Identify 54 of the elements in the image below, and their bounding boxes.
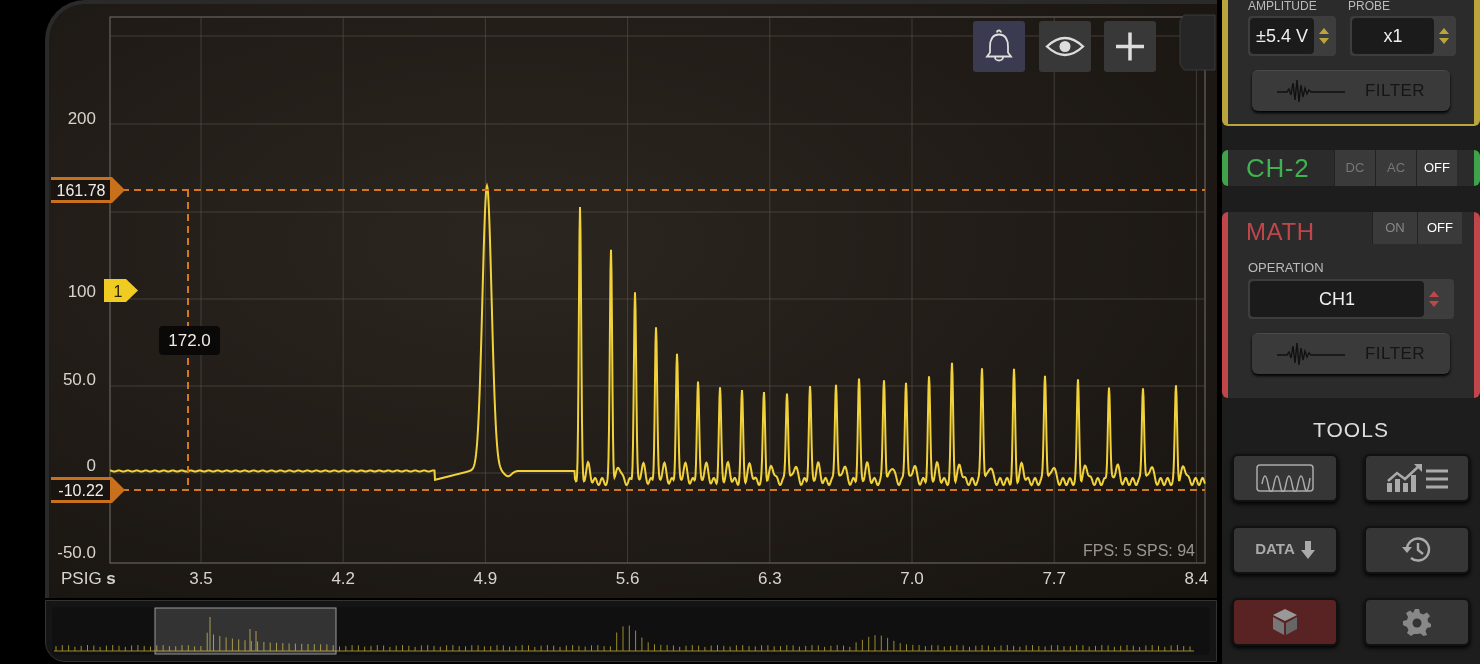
axis-label: 4.2	[331, 569, 355, 588]
chart-list-icon	[1386, 462, 1448, 493]
field-label: AMPLITUDE	[1248, 0, 1318, 12]
cursor-value: 161.78	[56, 182, 106, 199]
axis-unit-label: PSIG s	[61, 569, 116, 588]
axis-label: 7.0	[900, 569, 924, 588]
tool-button[interactable]	[1364, 525, 1470, 574]
time-readout-background	[159, 326, 220, 355]
tool-button[interactable]	[1364, 597, 1470, 646]
axis-label: 8.4	[1184, 569, 1209, 588]
time-readout: 172.0	[168, 331, 211, 350]
mode-button[interactable]: OFF	[1416, 150, 1457, 186]
waveform-icon	[1277, 78, 1346, 104]
tool-button[interactable]	[1232, 597, 1338, 646]
axis-label: 0	[86, 456, 96, 475]
axis-label: 6.3	[758, 569, 782, 588]
bell-button[interactable]	[973, 21, 1025, 72]
panel-title: MATH	[1245, 217, 1316, 244]
drawer-handle[interactable]	[1179, 14, 1216, 71]
axis-label: 100	[67, 282, 96, 301]
axis-label: 200	[67, 109, 96, 128]
section-title: TOOLS	[1311, 417, 1391, 443]
axis-label: -50.0	[57, 543, 96, 562]
download-icon	[1300, 540, 1315, 559]
axis-label: 5.6	[615, 569, 640, 588]
axis-label: 7.7	[1042, 569, 1066, 588]
axis-label: 3.5	[189, 569, 213, 588]
tool-button[interactable]	[1232, 453, 1338, 502]
history-icon	[1401, 534, 1433, 565]
settings-icon	[1403, 607, 1431, 636]
waveform-icon	[1277, 341, 1346, 367]
select-field[interactable]: x1	[1350, 16, 1456, 56]
cursor-value: -10.22	[58, 482, 104, 499]
overview-window[interactable]	[154, 607, 337, 655]
stats-text: FPS: 5 SPS: 94	[1082, 542, 1195, 559]
plus-button[interactable]	[1104, 21, 1156, 72]
cube-icon	[1272, 607, 1298, 636]
cursor-tag[interactable]	[51, 477, 125, 503]
field-label: PROBE	[1348, 0, 1390, 12]
mode-button[interactable]: ON	[1372, 212, 1417, 244]
axis-label: 50.0	[62, 370, 96, 389]
mode-button[interactable]: OFF	[1417, 212, 1462, 244]
select-field[interactable]: CH1	[1248, 279, 1454, 319]
tool-button[interactable]	[1364, 453, 1470, 502]
channel-title: CH-2	[1245, 151, 1311, 185]
field-label: OPERATION	[1247, 261, 1325, 274]
trigger-marker[interactable]	[104, 279, 138, 302]
select-field[interactable]: ±5.4 V	[1248, 16, 1336, 56]
tool-button[interactable]: DATA	[1232, 525, 1338, 574]
axis-label: 4.9	[473, 569, 498, 588]
cursor-tag[interactable]	[51, 177, 125, 203]
trigger-label: 1	[113, 283, 123, 300]
waveform-icon	[1256, 463, 1314, 492]
eye-button[interactable]	[1039, 21, 1091, 72]
